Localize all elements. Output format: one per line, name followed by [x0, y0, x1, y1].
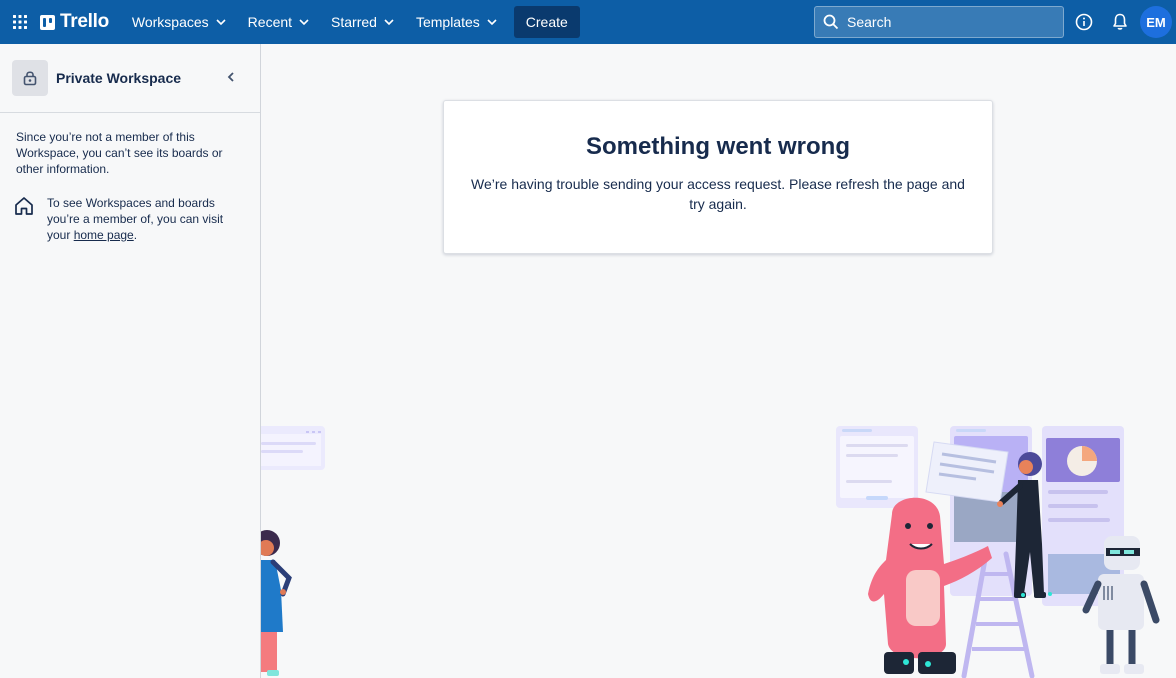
apps-grid-icon [13, 15, 27, 29]
bell-icon [1113, 13, 1127, 30]
chevron-down-icon [216, 19, 226, 26]
board-column-left [836, 426, 918, 508]
information-button[interactable] [1072, 10, 1096, 34]
templates-menu-label: Templates [415, 14, 480, 30]
home-page-link[interactable]: home page [74, 228, 134, 242]
trello-logo[interactable]: Trello [40, 0, 121, 44]
error-card: Something went wrong We’re having troubl… [443, 100, 993, 254]
workspace-avatar [12, 60, 48, 96]
home-hint-text: To see Workspaces and boards you’re a me… [47, 195, 244, 243]
starred-menu[interactable]: Starred [320, 6, 405, 38]
search-box[interactable] [814, 6, 1064, 38]
account-avatar[interactable]: EM [1140, 6, 1172, 38]
create-button[interactable]: Create [513, 6, 580, 38]
chevron-down-icon [299, 19, 309, 26]
starred-menu-label: Starred [331, 14, 377, 30]
templates-menu[interactable]: Templates [405, 6, 508, 38]
workspace-header: Private Workspace [0, 44, 260, 113]
search-input[interactable] [847, 14, 1047, 30]
left-illustration [261, 426, 325, 676]
info-icon [1075, 13, 1093, 31]
recent-menu[interactable]: Recent [237, 6, 320, 38]
recent-menu-label: Recent [247, 14, 293, 30]
error-message: We’re having trouble sending your access… [471, 176, 965, 212]
main-nav: Workspaces Recent Starred Templates Crea… [121, 0, 580, 44]
board-card-illustration [261, 426, 325, 470]
notifications-button[interactable] [1108, 10, 1132, 34]
app-switcher-button[interactable] [0, 0, 40, 44]
chevron-down-icon [384, 19, 394, 26]
top-navigation-bar: Trello Workspaces Recent Starred Templat… [0, 0, 1176, 44]
error-title: Something went wrong [586, 133, 850, 160]
chevron-down-icon [487, 19, 497, 26]
workspace-name: Private Workspace [56, 70, 182, 86]
not-member-notice: Since you’re not a member of this Worksp… [16, 130, 223, 176]
logo-text: Trello [60, 11, 109, 32]
trello-logo-icon [40, 14, 55, 30]
home-hint-after: . [133, 228, 138, 242]
workspaces-menu-label: Workspaces [131, 14, 209, 30]
home-page-hint: To see Workspaces and boards you’re a me… [0, 177, 260, 243]
lock-icon [23, 71, 37, 86]
workspaces-menu[interactable]: Workspaces [121, 6, 237, 38]
workspace-sidebar: Private Workspace Since you’re not a mem… [0, 44, 261, 678]
floating-card-illustration [925, 441, 1009, 503]
team-illustration [836, 426, 1160, 678]
home-icon [15, 197, 33, 215]
chevron-left-icon[interactable] [224, 70, 238, 84]
person-illustration [261, 530, 292, 676]
search-icon [823, 14, 839, 30]
